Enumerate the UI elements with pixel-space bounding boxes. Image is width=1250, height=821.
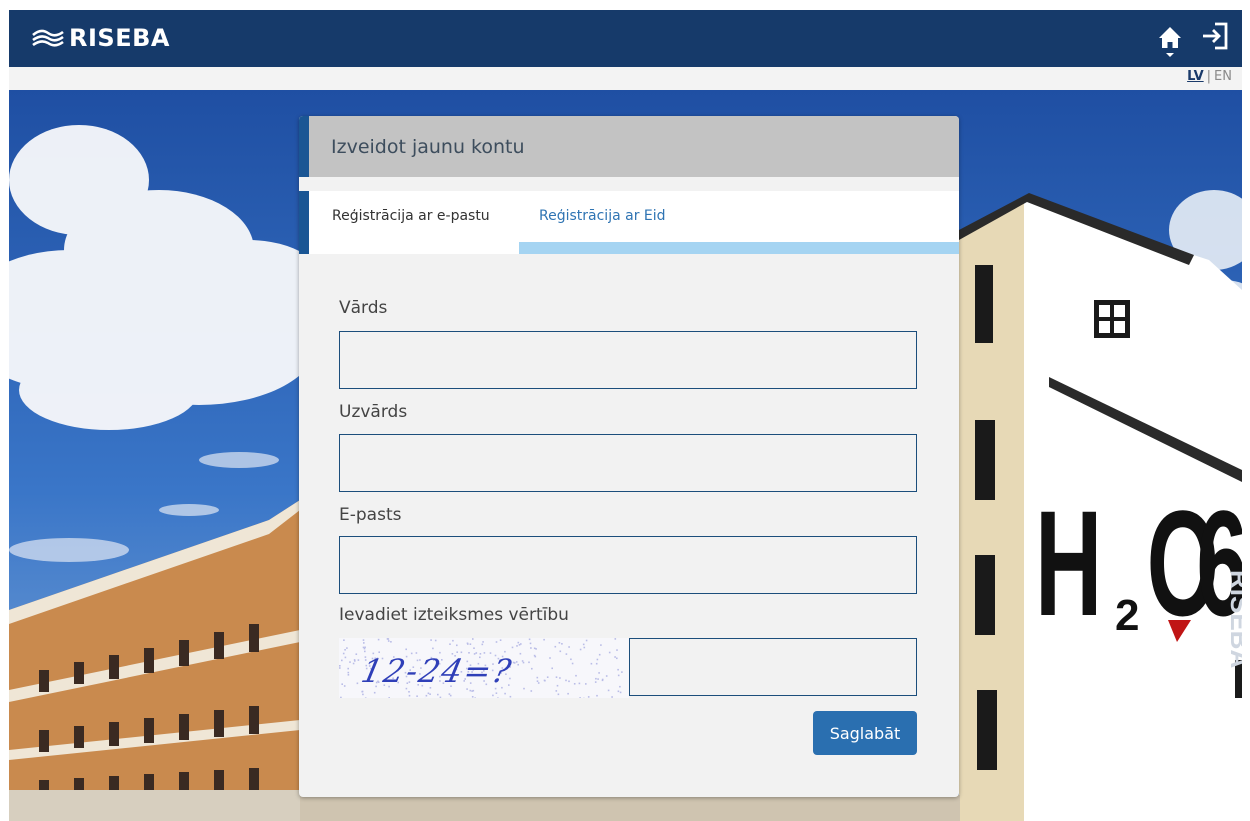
logo-text: RISEBA	[69, 24, 170, 52]
home-button[interactable]	[1157, 24, 1183, 58]
language-en-link[interactable]: EN	[1214, 69, 1232, 84]
riseba-logo[interactable]: RISEBA	[31, 23, 170, 53]
captcha-input[interactable]	[629, 638, 917, 696]
svg-text:2: 2	[1115, 591, 1139, 640]
card-header: Izveidot jaunu kontu	[299, 116, 959, 177]
captcha-image: 12-24=?	[339, 638, 629, 698]
first-name-label: Vārds	[339, 298, 388, 318]
language-bar: LV | EN	[9, 67, 1242, 90]
tab-register-email[interactable]: Reģistrācija ar e-pastu	[309, 191, 519, 254]
language-lv-link[interactable]: LV	[1187, 69, 1204, 84]
language-switcher: LV | EN	[1187, 69, 1232, 84]
sign-in-button[interactable]	[1200, 21, 1230, 51]
email-input[interactable]	[339, 536, 917, 594]
last-name-label: Uzvārds	[339, 402, 408, 422]
tab-register-eid-label: Reģistrācija ar Eid	[539, 208, 666, 224]
svg-text:H: H	[1035, 480, 1102, 647]
email-label: E-pasts	[339, 505, 402, 525]
riseba-wave-logo-icon	[32, 29, 64, 47]
page-title: Izveidot jaunu kontu	[331, 136, 525, 158]
captcha-text: 12-24=?	[358, 652, 516, 690]
registration-card: Izveidot jaunu kontu Reģistrācija ar e-p…	[299, 116, 959, 797]
svg-text:RISEBA: RISEBA	[1225, 570, 1242, 668]
captcha-label: Ievadiet izteiksmes vērtību	[339, 605, 569, 625]
registration-tabs: Reģistrācija ar e-pastu Reģistrācija ar …	[299, 191, 959, 254]
language-separator: |	[1206, 69, 1212, 84]
save-button[interactable]: Saglabāt	[813, 711, 917, 755]
tab-register-eid[interactable]: Reģistrācija ar Eid	[519, 191, 959, 254]
last-name-input[interactable]	[339, 434, 917, 492]
tab-register-email-label: Reģistrācija ar e-pastu	[332, 208, 490, 224]
home-icon	[1159, 27, 1181, 57]
top-navigation-bar: RISEBA	[9, 10, 1242, 67]
tab-underline	[519, 242, 959, 254]
first-name-input[interactable]	[339, 331, 917, 389]
tab-accent-bar	[299, 191, 309, 254]
sign-in-icon	[1203, 22, 1228, 50]
